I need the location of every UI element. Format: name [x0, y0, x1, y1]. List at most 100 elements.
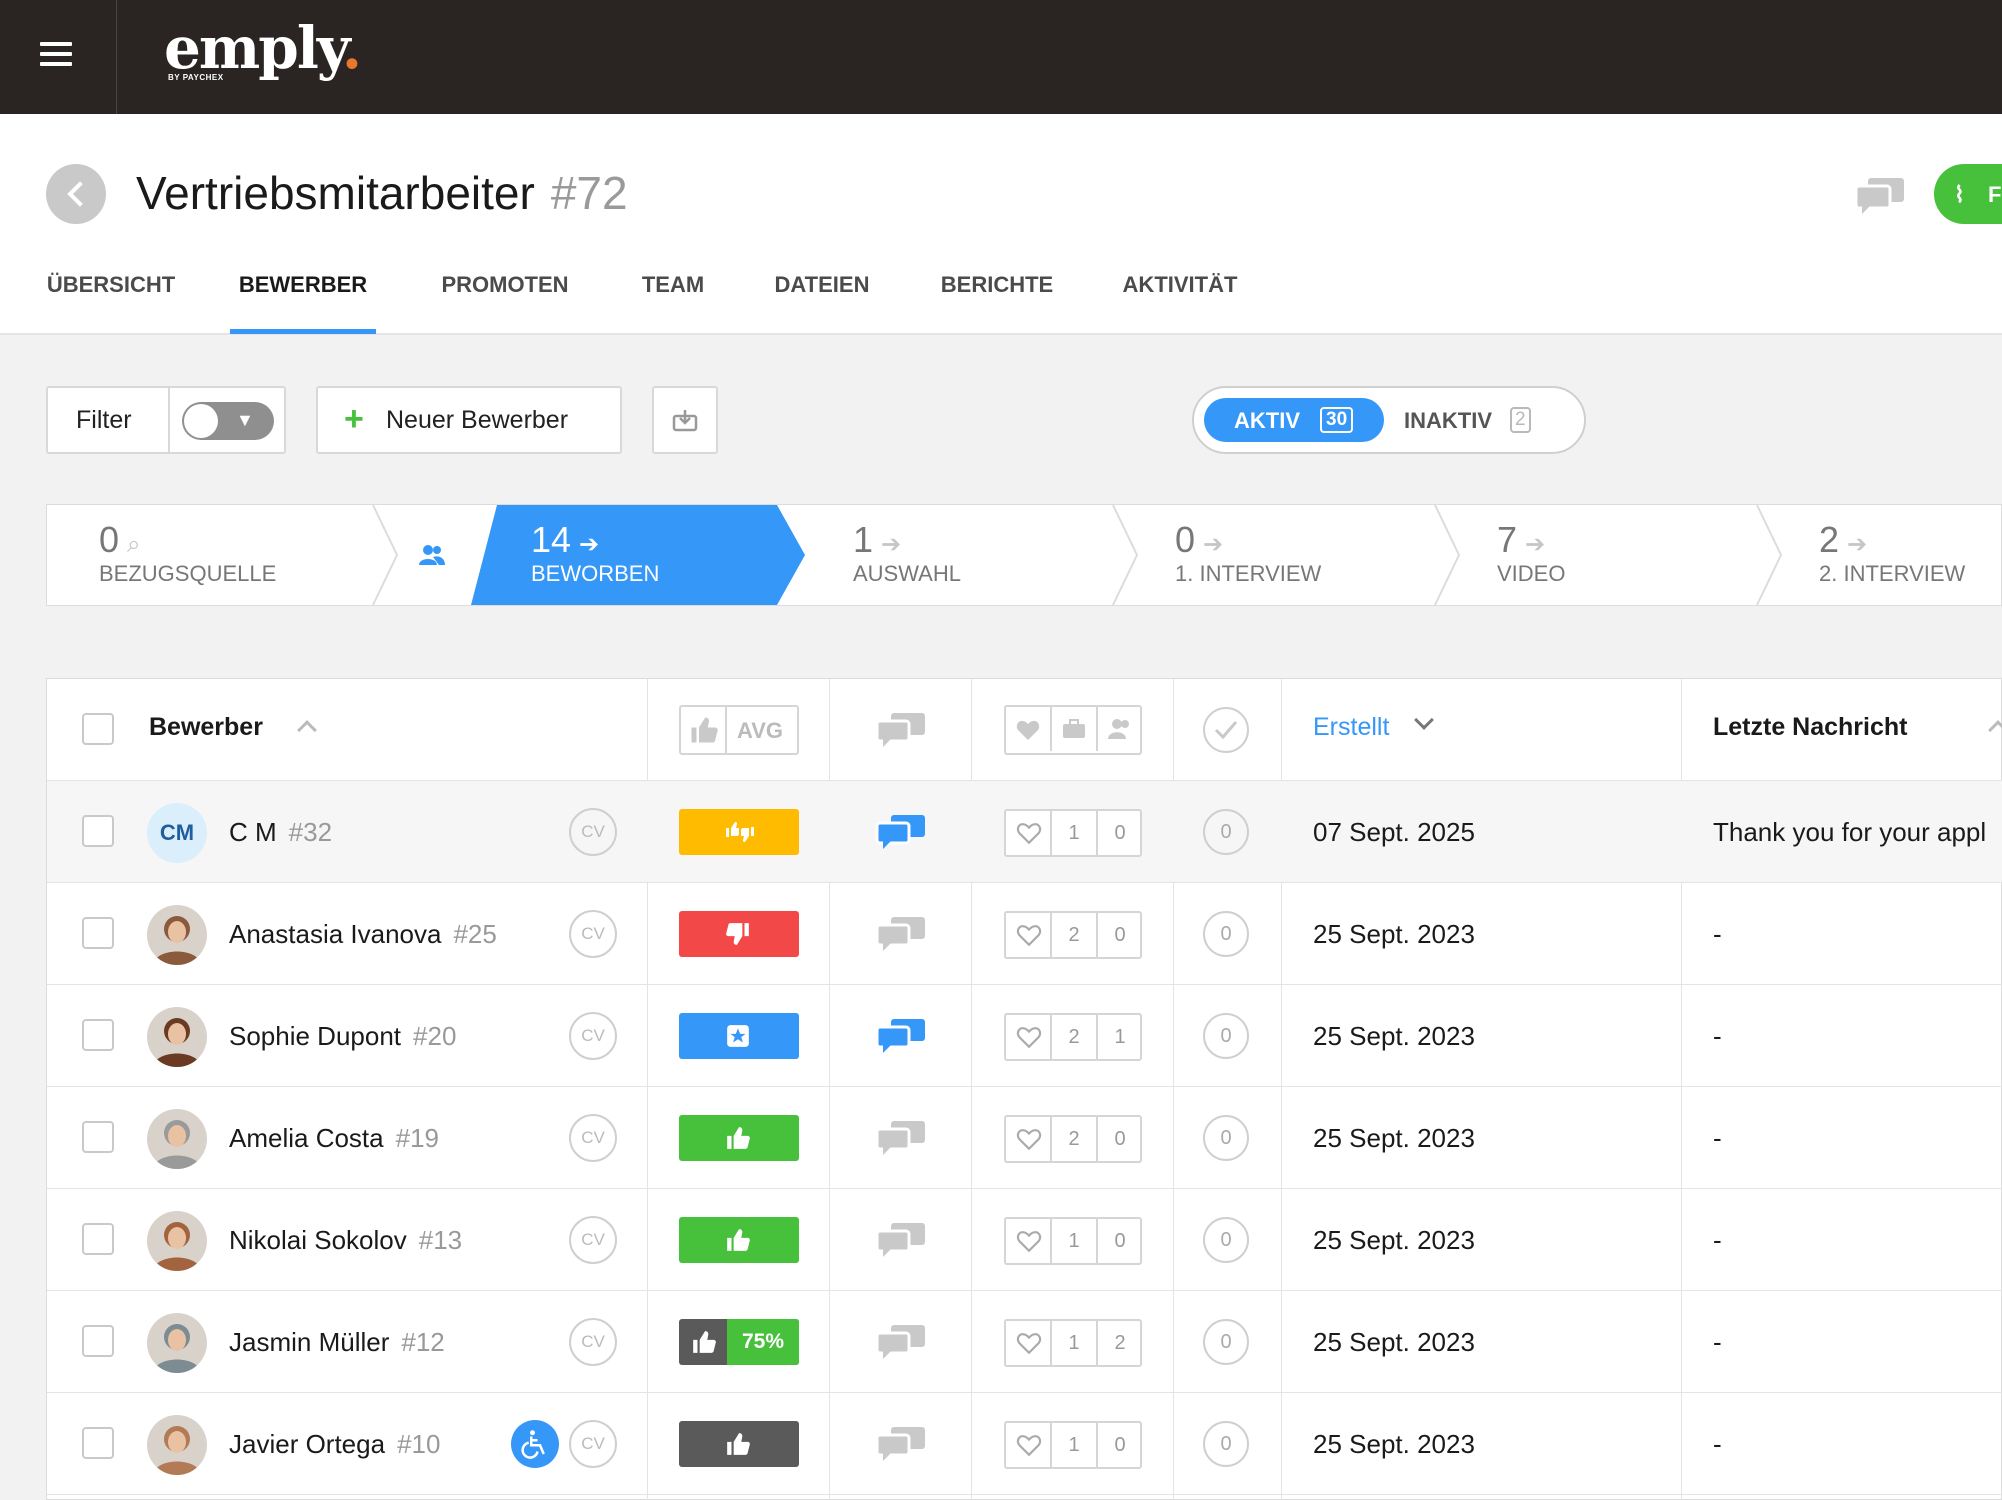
candidate-name[interactable]: Javier Ortega #10 — [229, 1429, 440, 1460]
tab-bewerber[interactable]: BEWERBER — [230, 264, 376, 334]
rating-badge[interactable] — [679, 1115, 799, 1161]
heart-icon[interactable] — [1016, 1229, 1042, 1253]
table-row[interactable]: Jasmin Müller #12 CV 75% 1 2 0 25 Sept. 2… — [47, 1291, 2002, 1393]
cv-button[interactable]: CV — [569, 1420, 617, 1468]
table-row[interactable]: Anastasia Ivanova #25 CV 2 0 0 25 Sept. 2… — [47, 883, 2002, 985]
avatar[interactable]: CM — [147, 803, 207, 863]
row-checkbox[interactable] — [82, 1223, 114, 1255]
cv-button[interactable]: CV — [569, 1012, 617, 1060]
avatar[interactable] — [147, 1109, 207, 1169]
message-icon[interactable] — [875, 1221, 927, 1259]
interest-group[interactable]: 1 0 — [1004, 1217, 1142, 1265]
heart-icon[interactable] — [1016, 1025, 1042, 1049]
stage-bezugsquelle[interactable]: 0 ⌕ BEZUGSQUELLE — [99, 505, 349, 605]
candidate-name[interactable]: Amelia Costa #19 — [229, 1123, 439, 1154]
tab-team[interactable]: TEAM — [640, 264, 706, 334]
chat-icon[interactable] — [1854, 176, 1906, 216]
avg-sort-button[interactable]: AVG — [679, 705, 799, 755]
status-count[interactable]: 0 — [1203, 911, 1249, 957]
cv-button[interactable]: CV — [569, 1318, 617, 1366]
header-last-message[interactable]: Letzte Nachricht — [1713, 713, 1907, 742]
table-row[interactable]: Amelia Costa #19 CV 2 0 0 25 Sept. 2023 - — [47, 1087, 2002, 1189]
row-checkbox[interactable] — [82, 1121, 114, 1153]
candidate-name[interactable]: Nikolai Sokolov #13 — [229, 1225, 462, 1256]
header-created[interactable]: Erstellt — [1313, 713, 1389, 742]
rating-badge[interactable] — [679, 809, 799, 855]
status-count[interactable]: 0 — [1203, 809, 1249, 855]
message-icon[interactable] — [875, 1323, 927, 1361]
cv-button[interactable]: CV — [569, 910, 617, 958]
row-checkbox[interactable] — [82, 1427, 114, 1459]
interest-group[interactable]: 1 2 — [1004, 1319, 1142, 1367]
stage-1-interview[interactable]: 0 ➔ 1. INTERVIEW — [1175, 505, 1425, 605]
candidate-name[interactable]: C M #32 — [229, 817, 332, 848]
back-button[interactable] — [46, 164, 106, 224]
heart-icon[interactable] — [1016, 821, 1042, 845]
active-segment[interactable]: AKTIV 30 — [1204, 398, 1384, 442]
users-icon[interactable] — [419, 543, 445, 567]
rating-badge[interactable] — [679, 1421, 799, 1467]
avatar[interactable] — [147, 905, 207, 965]
cv-button[interactable]: CV — [569, 1216, 617, 1264]
filter-button[interactable]: Filter ▼ — [46, 386, 286, 454]
table-row[interactable]: Sophie Dupont #20 CV 2 1 0 25 Sept. 2023 … — [47, 985, 2002, 1087]
select-all-checkbox[interactable] — [82, 713, 114, 745]
tab-aktivitaet[interactable]: AKTIVITÄT — [1122, 264, 1238, 334]
status-count[interactable]: 0 — [1203, 1013, 1249, 1059]
sort-down-icon[interactable] — [1414, 710, 1434, 730]
table-row[interactable]: Javier Ortega #10 CV 1 0 0 25 Sept. 2023 … — [47, 1393, 2002, 1495]
avatar[interactable] — [147, 1211, 207, 1271]
message-icon[interactable] — [875, 1017, 927, 1055]
row-checkbox[interactable] — [82, 917, 114, 949]
accessibility-icon[interactable] — [511, 1420, 559, 1468]
tab-dateien[interactable]: DATEIEN — [774, 264, 870, 334]
candidate-name[interactable]: Anastasia Ivanova #25 — [229, 919, 497, 950]
rating-badge[interactable] — [679, 911, 799, 957]
interest-group[interactable]: 1 0 — [1004, 1421, 1142, 1469]
cv-button[interactable]: CV — [569, 1114, 617, 1162]
candidate-name[interactable]: Jasmin Müller #12 — [229, 1327, 445, 1358]
rating-badge[interactable] — [679, 1217, 799, 1263]
interest-group[interactable]: 2 0 — [1004, 911, 1142, 959]
export-button[interactable] — [652, 386, 718, 454]
heart-icon[interactable] — [1016, 1433, 1042, 1457]
rating-badge[interactable] — [679, 1013, 799, 1059]
tab-berichte[interactable]: BERICHTE — [940, 264, 1054, 334]
menu-icon[interactable] — [40, 42, 72, 68]
check-circle-icon[interactable] — [1203, 707, 1249, 753]
heart-icon[interactable] — [1016, 923, 1042, 947]
stage-video[interactable]: 7 ➔ VIDEO — [1497, 505, 1747, 605]
logo[interactable]: emply. — [164, 14, 362, 82]
avatar[interactable] — [147, 1007, 207, 1067]
cv-button[interactable]: CV — [569, 808, 617, 856]
stage-2-interview[interactable]: 2 ➔ 2. INTERVIEW — [1819, 505, 1999, 605]
new-candidate-button[interactable]: + Neuer Bewerber — [316, 386, 622, 454]
status-count[interactable]: 0 — [1203, 1319, 1249, 1365]
heart-icon[interactable] — [1016, 1331, 1042, 1355]
sort-up-icon[interactable] — [1988, 720, 2002, 740]
stage-auswahl[interactable]: 1 ➔ AUSWAHL — [853, 505, 1103, 605]
message-icon[interactable] — [875, 1119, 927, 1157]
tab-promoten[interactable]: PROMOTEN — [440, 264, 570, 334]
inactive-segment[interactable]: INAKTIV 2 — [1404, 398, 1574, 442]
avatar[interactable] — [147, 1313, 207, 1373]
stage-beworben[interactable]: 14 ➔ BEWORBEN — [531, 505, 781, 605]
filter-toggle[interactable]: ▼ — [182, 402, 274, 440]
feed-button[interactable]: ⌇ F — [1934, 164, 2002, 224]
message-icon[interactable] — [875, 711, 927, 749]
row-checkbox[interactable] — [82, 1019, 114, 1051]
interest-group[interactable]: 2 0 — [1004, 1115, 1142, 1163]
message-icon[interactable] — [875, 1425, 927, 1463]
table-row[interactable]: Nikolai Sokolov #13 CV 1 0 0 25 Sept. 202… — [47, 1189, 2002, 1291]
heart-icon[interactable] — [1016, 1127, 1042, 1151]
avatar[interactable] — [147, 1415, 207, 1475]
row-checkbox[interactable] — [82, 1325, 114, 1357]
interest-group[interactable]: 1 0 — [1004, 809, 1142, 857]
status-count[interactable]: 0 — [1203, 1421, 1249, 1467]
message-icon[interactable] — [875, 915, 927, 953]
sort-up-icon[interactable] — [297, 720, 317, 740]
row-checkbox[interactable] — [82, 815, 114, 847]
table-row[interactable]: CM C M #32 CV 1 0 0 07 Sept. 2025 Thank y… — [47, 781, 2002, 883]
status-count[interactable]: 0 — [1203, 1115, 1249, 1161]
header-interest-group[interactable] — [1004, 705, 1142, 755]
